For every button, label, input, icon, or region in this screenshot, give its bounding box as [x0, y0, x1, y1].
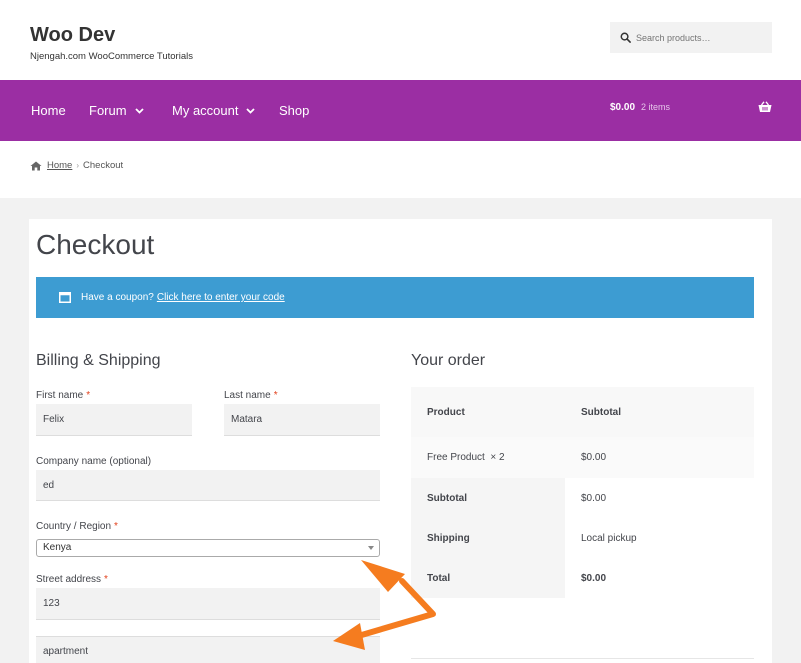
breadcrumb-home-link[interactable]: Home: [47, 160, 72, 171]
chevron-down-icon: [246, 107, 256, 114]
street-label-text: Street address: [36, 574, 102, 585]
nav-item-shop[interactable]: Shop: [279, 103, 309, 118]
cart-total[interactable]: $0.00: [610, 102, 635, 113]
coupon-text: Have a coupon?: [81, 292, 154, 303]
order-item-name-text: Free Product: [427, 452, 485, 463]
total-value: $0.00: [565, 559, 754, 598]
street-address-label: Street address *: [36, 574, 108, 585]
total-label: Total: [411, 559, 565, 598]
first-name-label: First name *: [36, 390, 90, 401]
cart-count[interactable]: 2 items: [641, 102, 670, 112]
subtotal-label: Subtotal: [411, 478, 565, 518]
order-heading: Your order: [411, 352, 486, 369]
chevron-down-icon: [134, 107, 144, 114]
select-caret-icon: [368, 546, 374, 550]
site-description: Njengah.com WooCommerce Tutorials: [30, 51, 193, 62]
street-address-2-input[interactable]: [36, 636, 380, 663]
breadcrumb: Home › Checkout: [30, 160, 123, 171]
last-name-label: Last name *: [224, 390, 278, 401]
required-mark: *: [114, 521, 118, 532]
coupon-notice: Have a coupon? Click here to enter your …: [36, 277, 754, 318]
nav-item-home[interactable]: Home: [31, 103, 66, 118]
order-item-name: Free Product × 2: [411, 437, 565, 478]
nav-item-forum[interactable]: Forum: [89, 103, 144, 118]
last-name-input[interactable]: [224, 404, 380, 436]
search-icon: [620, 32, 631, 43]
nav-item-label: Shop: [279, 103, 310, 118]
site-title[interactable]: Woo Dev: [30, 24, 115, 47]
home-icon: [30, 161, 42, 170]
billing-heading: Billing & Shipping: [36, 352, 161, 369]
divider: [411, 658, 754, 659]
table-row: Total $0.00: [411, 559, 754, 598]
company-input[interactable]: [36, 470, 380, 501]
nav-item-my-account[interactable]: My account: [172, 103, 256, 118]
table-row: Subtotal $0.00: [411, 478, 754, 518]
shipping-label: Shipping: [411, 518, 565, 559]
coupon-link[interactable]: Click here to enter your code: [157, 292, 285, 303]
breadcrumb-separator: ›: [76, 161, 80, 170]
col-subtotal-header: Subtotal: [581, 406, 621, 418]
country-select[interactable]: Kenya: [36, 539, 380, 557]
coupon-icon: [59, 292, 71, 303]
breadcrumb-current: Checkout: [83, 160, 124, 171]
table-header-row: Product Subtotal: [411, 387, 754, 437]
subtotal-value: $0.00: [565, 478, 754, 518]
order-item-price: $0.00: [581, 452, 607, 463]
required-mark: *: [86, 390, 91, 401]
nav-item-label: My account: [172, 103, 239, 118]
search-input[interactable]: [636, 32, 766, 43]
search-box[interactable]: [610, 22, 772, 53]
first-name-label-text: First name: [36, 390, 84, 401]
country-label-text: Country / Region: [36, 521, 112, 532]
street-address-input[interactable]: [36, 588, 380, 620]
primary-navigation: Home Forum My account Shop $0.00 2 items: [0, 80, 801, 141]
basket-icon[interactable]: [758, 101, 772, 113]
country-label: Country / Region *: [36, 521, 118, 532]
order-item-qty: × 2: [490, 452, 505, 463]
required-mark: *: [273, 390, 278, 401]
col-product-header: Product: [427, 406, 465, 418]
nav-item-label: Forum: [89, 103, 127, 118]
required-mark: *: [104, 574, 108, 585]
table-row: Free Product × 2 $0.00: [411, 437, 754, 478]
site-header: Woo Dev Njengah.com WooCommerce Tutorial…: [0, 0, 801, 80]
page-title: Checkout: [36, 229, 155, 260]
company-label: Company name (optional): [36, 456, 152, 467]
first-name-input[interactable]: [36, 404, 192, 436]
table-row: Shipping Local pickup: [411, 518, 754, 559]
last-name-label-text: Last name: [224, 390, 271, 401]
nav-item-label: Home: [31, 103, 66, 118]
shipping-value: Local pickup: [565, 518, 754, 559]
country-select-value: Kenya: [43, 542, 72, 553]
